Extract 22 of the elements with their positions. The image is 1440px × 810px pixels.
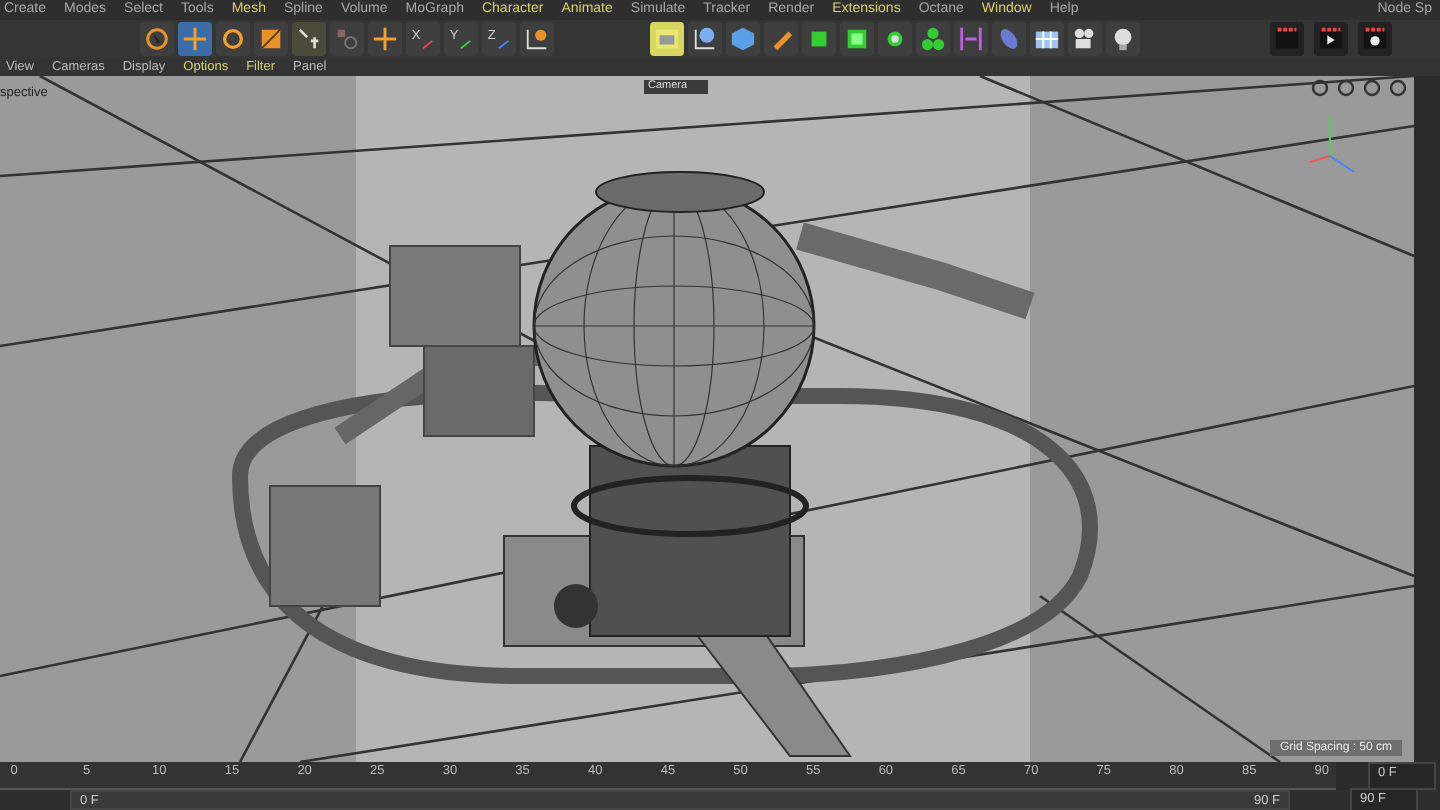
select-icon[interactable] [140,22,174,56]
pen-icon[interactable] [764,22,798,56]
transform-icon[interactable] [292,22,326,56]
cube-icon[interactable] [802,22,836,56]
spheres-icon[interactable] [916,22,950,56]
axis-icon [1309,115,1355,173]
render-settings-icon[interactable] [1358,22,1392,56]
scale-icon[interactable] [254,22,288,56]
cube-icon[interactable] [726,22,760,56]
gear-icon[interactable] [878,22,912,56]
move-icon[interactable] [368,22,402,56]
cube-icon[interactable] [840,22,874,56]
coordinate-icon[interactable] [520,22,554,56]
light-bulb-icon[interactable] [1106,22,1140,56]
floor-grid-icon[interactable] [1030,22,1064,56]
camera-icon[interactable] [1068,22,1102,56]
rotate-icon[interactable] [216,22,250,56]
render-view-icon[interactable] [1270,22,1304,56]
sphere-icon[interactable] [688,22,722,56]
bracket-icon[interactable] [954,22,988,56]
render-icon[interactable] [1314,22,1348,56]
move-icon[interactable] [178,22,212,56]
